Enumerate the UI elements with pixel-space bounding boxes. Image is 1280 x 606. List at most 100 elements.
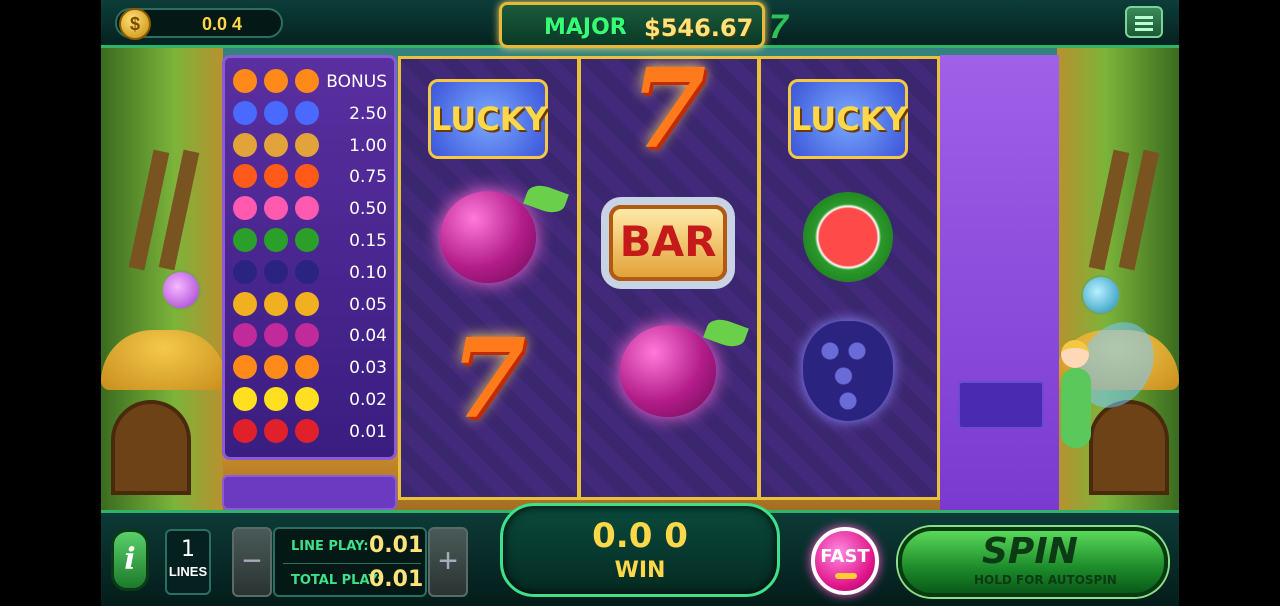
paytable-row: 1.00 [233,132,393,160]
plum-icon [264,323,288,348]
reel-symbol: LUCKY [413,59,563,179]
reel-symbol [593,311,743,431]
lemon-icon [295,387,319,411]
pineapple-icon [233,291,257,316]
potion-bottle-icon [161,270,201,310]
spin-sublabel: HOLD FOR AUTOSPIN [974,573,1117,587]
pineapple-icon [264,291,288,316]
paytable-row: 2.50 [233,100,393,128]
grapes-icon [264,259,288,284]
reel-symbol: LUCKY [773,59,923,179]
spin-button[interactable]: SPIN HOLD FOR AUTOSPIN [898,527,1168,597]
total-play-value: 0.01 [369,567,424,592]
dragonfruit-icon [233,196,257,221]
paytable-row: 0.75 [233,163,393,191]
line-play-value: 0.01 [369,533,424,558]
seven-icon: 7 [629,44,707,173]
paytable-payout: 0.75 [349,167,387,188]
plum-icon [233,323,257,348]
cherry-icon [233,418,257,443]
jackpot-label: MAJOR [544,15,627,40]
lines-label: LINES [168,564,208,579]
reel-symbol: BAR [593,183,743,303]
info-button[interactable]: i [111,529,149,591]
reel-1: LUCKY 7 [401,59,577,497]
paytable-row: 0.04 [233,322,393,350]
lucky-star-icon: LUCKY [428,79,548,159]
lemon-icon [233,387,257,411]
fast-label: FAST [820,546,870,567]
reels-area: LUCKY 7 7 BAR LUCKY [398,54,940,500]
paytable-row: 0.50 [233,195,393,223]
spin-label: SPIN [982,531,1078,572]
fire-seven-icon [233,69,257,93]
lucky-star-icon: LUCKY [788,79,908,159]
paytable-payout: 0.15 [349,231,387,251]
grapes-icon [233,259,257,284]
seven-icon [295,164,319,189]
lucky-star-icon [264,100,288,125]
seven-decoration-icon: 7 [769,8,788,46]
decrease-bet-button[interactable]: − [232,527,272,597]
paytable-row: 0.15 [233,227,393,255]
dragonfruit-icon [295,196,319,221]
increase-bet-button[interactable]: + [428,527,468,597]
top-bar: $ 0.0 4 MAJOR $546.67 7 [101,0,1179,48]
win-display: 0.0 0 WIN [500,503,780,597]
watermelon-icon [295,228,319,252]
dragonfruit-icon [264,196,288,221]
reel-symbol [413,177,563,297]
watermelon-icon [790,179,906,295]
reel-symbol [773,311,923,431]
balance-value: 0.0 4 [202,14,243,34]
paytable-payout: 0.01 [349,421,387,442]
coin-icon: $ [119,8,151,40]
plum-icon [295,323,319,348]
mushroom-door [111,400,191,495]
paytable-payout: 0.04 [349,326,387,347]
fast-dots-icon [835,573,857,579]
hamburger-line [1135,16,1153,19]
reel-symbol [773,177,923,297]
seven-icon [233,164,257,189]
slot-game: $ 0.0 4 MAJOR $546.67 7 BONUS 2.50 1.00 0.7… [101,0,1179,606]
hamburger-line [1135,28,1153,31]
reel-symbol: 7 [413,319,563,439]
paytable: BONUS 2.50 1.00 0.75 0.50 0.15 0.10 0.05 0.04 0.0… [222,55,397,460]
grapes-icon [803,321,893,421]
fire-seven-icon [295,69,319,93]
seven-icon: 7 [449,314,527,443]
fast-button[interactable]: FAST [811,527,879,595]
paytable-payout: 1.00 [349,135,387,156]
bar-icon [264,132,288,157]
lemon-icon [264,387,288,411]
line-play-label: LINE PLAY: [291,539,369,554]
lucky-star-icon [233,100,257,125]
watermelon-icon [233,228,257,252]
seven-icon [264,164,288,189]
orange-icon [264,355,288,380]
fairy-body [1061,368,1091,448]
reel-symbol: 7 [593,49,743,169]
plum-icon [620,325,716,417]
jackpot-banner: MAJOR $546.67 [499,2,765,48]
pineapple-icon [295,291,319,316]
grapes-icon [295,259,319,284]
bet-display: LINE PLAY: 0.01 TOTAL PLAY: 0.01 [273,527,427,597]
bottom-bar: i 1 LINES − LINE PLAY: 0.01 TOTAL PLAY: … [101,503,1179,606]
paytable-payout: 0.05 [349,294,387,315]
paytable-payout: 2.50 [349,103,387,124]
paytable-payout: 0.10 [349,262,387,283]
lines-selector[interactable]: 1 LINES [165,529,211,595]
reel-2: 7 BAR [581,54,757,497]
paytable-row: BONUS [233,68,393,96]
paytable-payout: 0.50 [349,199,387,220]
paytable-payout: BONUS [326,72,387,92]
reel-3: LUCKY [761,59,937,497]
lucky-star-icon [295,100,319,125]
paytable-row: 0.05 [233,291,393,319]
menu-button[interactable] [1125,6,1163,38]
cherry-icon [295,418,319,443]
paytable-row: 0.01 [233,418,393,446]
orange-icon [233,355,257,380]
